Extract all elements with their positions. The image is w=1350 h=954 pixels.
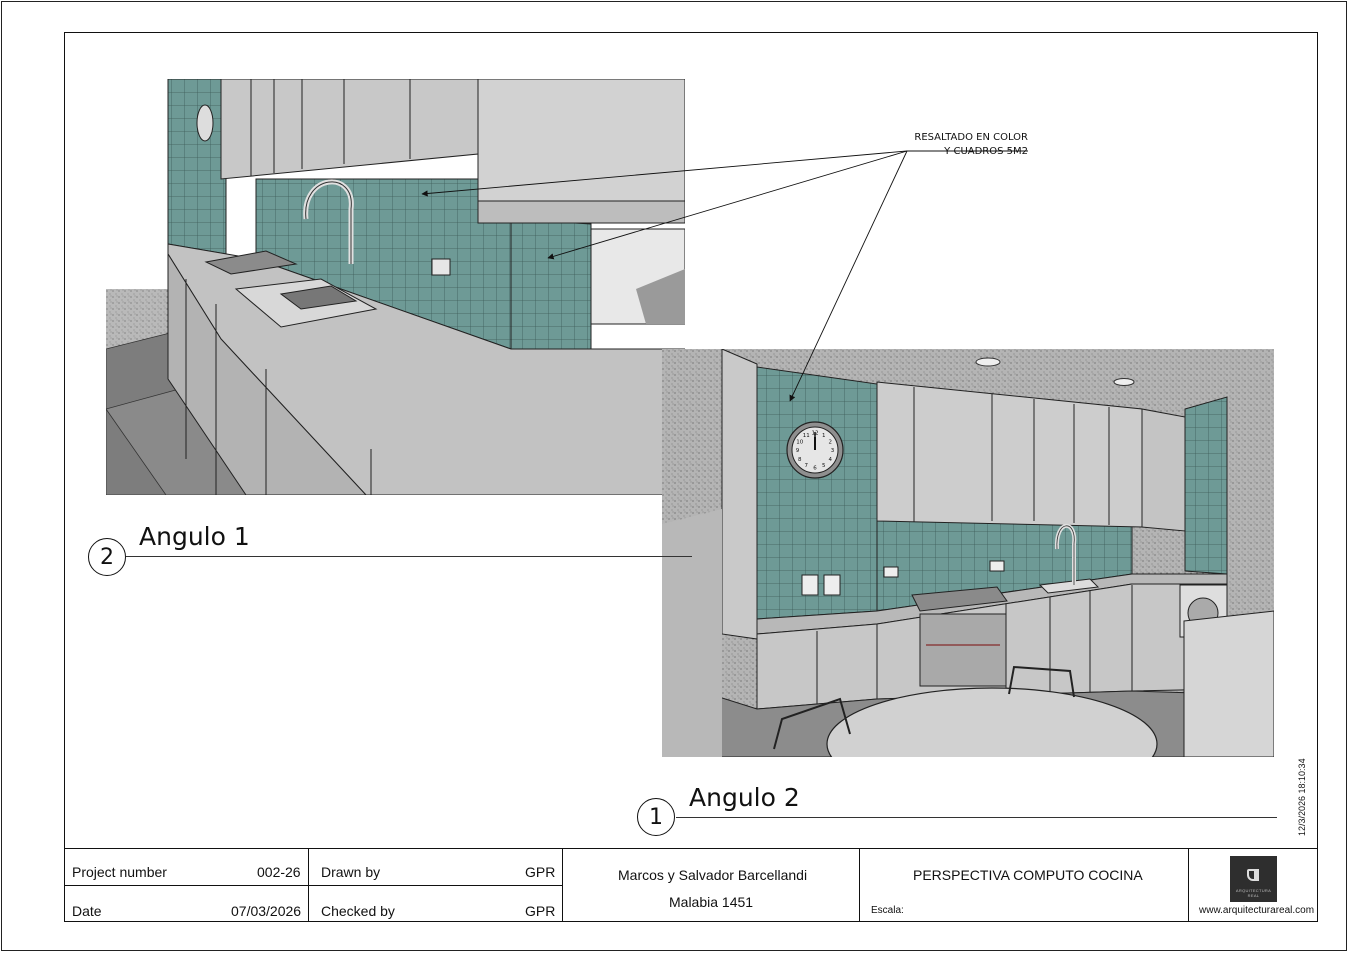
callout-note: RESALTADO EN COLOR Y CUADROS 5M2 <box>880 131 1028 159</box>
project-address: Malabia 1451 <box>669 894 754 910</box>
drawn-by-label: Drawn by <box>321 864 381 880</box>
view-number-2: 2 <box>88 538 126 576</box>
view-title-angulo-2: Angulo 2 <box>689 783 800 812</box>
scale-label: Escala: <box>871 905 904 916</box>
client-name: Marcos y Salvador Barcellandi <box>618 867 808 883</box>
checked-by-label: Checked by <box>321 903 395 919</box>
clock-numeral: 2 <box>828 439 832 445</box>
drawn-by-value: GPR <box>525 864 556 880</box>
checked-by-value: GPR <box>525 903 556 919</box>
project-number-value: 002-26 <box>257 864 301 880</box>
print-timestamp: 12/3/2026 18:10:34 <box>1297 758 1307 836</box>
date-label: Date <box>72 903 102 919</box>
logo-mark-icon <box>1247 869 1259 881</box>
view-angulo-1-render <box>106 79 685 495</box>
clock-numeral: 11 <box>803 433 810 439</box>
clock-numeral: 3 <box>831 448 835 454</box>
clock-numeral: 7 <box>805 463 809 469</box>
callout-line-1: RESALTADO EN COLOR <box>914 132 1028 143</box>
view-title-rule <box>126 556 692 557</box>
sheet-title: PERSPECTIVA COMPUTO COCINA <box>913 867 1143 883</box>
clock-numeral: 5 <box>822 463 826 469</box>
project-number-label: Project number <box>72 864 167 880</box>
clock-numeral: 8 <box>798 457 802 463</box>
view-angulo-2-render: 121234567891011 <box>662 349 1274 757</box>
view-title-angulo-1: Angulo 1 <box>139 522 250 551</box>
clock-numeral: 4 <box>828 457 832 463</box>
date-value: 07/03/2026 <box>231 903 302 919</box>
clock-numeral: 1 <box>822 433 826 439</box>
clock-numeral: 10 <box>796 439 803 445</box>
callout-line-2: Y CUADROS 5M2 <box>944 146 1028 157</box>
company-logo: ARQUITECTURA REAL <box>1230 856 1277 902</box>
website-link[interactable]: www.arquitecturareal.com <box>1199 905 1314 916</box>
clock-numeral: 9 <box>796 448 800 454</box>
clock-numeral: 6 <box>813 466 817 472</box>
view-title-rule <box>676 817 1277 818</box>
view-number-1: 1 <box>637 798 675 836</box>
logo-text: ARQUITECTURA REAL <box>1235 888 1272 898</box>
